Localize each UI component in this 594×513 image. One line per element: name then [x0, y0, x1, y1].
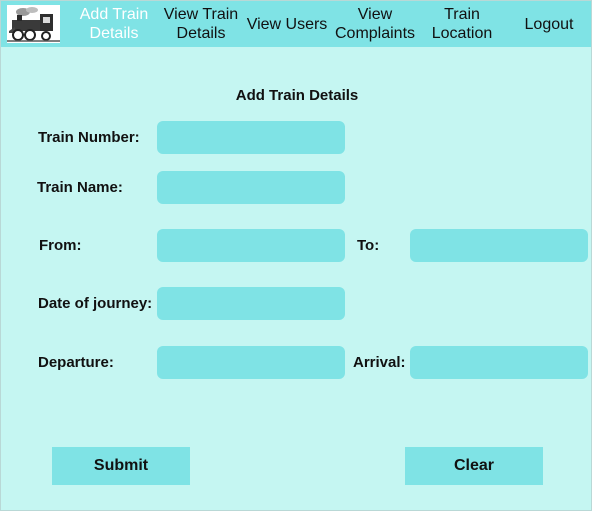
from-label: From: [39, 237, 82, 254]
from-input[interactable] [157, 229, 345, 262]
submit-button[interactable]: Submit [52, 447, 190, 485]
nav-label-line1: View Train [163, 6, 239, 23]
nav-view-users[interactable]: View Users [244, 1, 330, 47]
train-name-input[interactable] [157, 171, 345, 204]
date-of-journey-label: Date of journey: [38, 295, 153, 312]
nav-label-line2: Details [176, 25, 226, 42]
nav-label: View Users [246, 15, 328, 33]
nav-label: Logout [524, 15, 574, 33]
train-number-input[interactable] [157, 121, 345, 154]
top-navbar: Add Train Details View Train Details View … [1, 1, 591, 47]
nav-label-line1: View [357, 6, 393, 23]
nav-label-line1: Train [444, 6, 480, 23]
departure-label: Departure: [38, 354, 114, 371]
nav-view-complaints[interactable]: View Complaints [330, 1, 420, 47]
train-logo-icon [7, 5, 60, 43]
to-label: To: [357, 237, 380, 254]
clear-button[interactable]: Clear [405, 447, 543, 485]
train-number-label: Train Number: [38, 129, 140, 146]
nav-label-line2: Details [89, 25, 139, 42]
nav-view-train-details[interactable]: View Train Details [158, 1, 244, 47]
date-of-journey-input[interactable] [157, 287, 345, 320]
train-name-label: Train Name: [37, 179, 123, 196]
page-title: Add Train Details [235, 87, 359, 104]
nav-label-line1: Add Train [79, 6, 149, 23]
departure-input[interactable] [157, 346, 345, 379]
nav-label-line2: Complaints [334, 25, 416, 42]
nav-label-line2: Location [431, 25, 493, 42]
nav-train-location[interactable]: Train Location [423, 1, 501, 47]
nav-add-train-details[interactable]: Add Train Details [73, 1, 155, 47]
app-window: Add Train Details View Train Details View … [0, 0, 592, 511]
arrival-label: Arrival: [353, 354, 406, 371]
nav-logout[interactable]: Logout [513, 1, 585, 47]
to-input[interactable] [410, 229, 588, 262]
arrival-input[interactable] [410, 346, 588, 379]
